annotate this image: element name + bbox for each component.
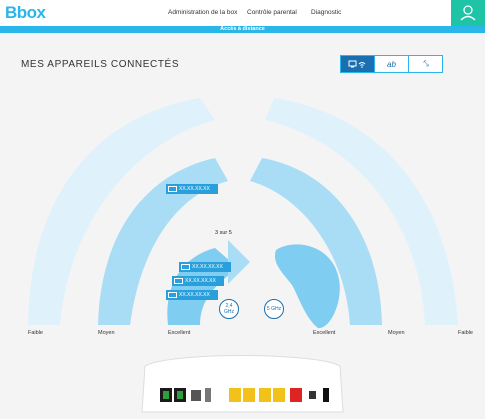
device-address: XX.XX.XX.XX (185, 278, 216, 284)
port-red (290, 388, 302, 402)
band-24ghz-badge[interactable]: 2,4 GHz (219, 299, 239, 319)
device-card[interactable]: XX.XX.XX.XX (166, 290, 218, 300)
wifi-coverage-map (28, 98, 458, 413)
bbox-device (141, 355, 344, 413)
port-yellow-3 (259, 388, 271, 402)
port-usb (205, 388, 211, 402)
signal-label-moyen-right: Moyen (388, 330, 405, 336)
device-address: XX.XX.XX.XX (179, 292, 210, 298)
signal-label-excellent-left: Excellent (168, 330, 191, 336)
port-phone (191, 390, 201, 401)
pager-count: 3 sur 5 (215, 230, 232, 236)
right-blob-excellent (274, 244, 340, 329)
signal-label-moyen-left: Moyen (98, 330, 115, 336)
band-5ghz-badge[interactable]: 5 GHz (264, 299, 284, 319)
monitor-icon (181, 264, 190, 270)
device-card[interactable]: XX.XX.XX.XX (172, 276, 224, 286)
monitor-icon (168, 292, 177, 298)
port-yellow-1 (229, 388, 241, 402)
carousel-arrow (228, 240, 250, 284)
device-card[interactable]: XX.XX.XX.XX (179, 262, 231, 272)
device-address: XX.XX.XX.XX (192, 264, 223, 270)
device-card[interactable]: XX.XX.XX.XX (166, 184, 218, 194)
power-port (309, 391, 316, 399)
device-address: XX.XX.XX.XX (179, 186, 210, 192)
monitor-icon (168, 186, 177, 192)
port-yellow-2 (243, 388, 255, 402)
signal-label-faible-right: Faible (458, 330, 473, 336)
power-switch (323, 388, 329, 402)
port-yellow-4 (273, 388, 285, 402)
signal-label-excellent-right: Excellent (313, 330, 336, 336)
signal-label-faible-left: Faible (28, 330, 43, 336)
monitor-icon (174, 278, 183, 284)
